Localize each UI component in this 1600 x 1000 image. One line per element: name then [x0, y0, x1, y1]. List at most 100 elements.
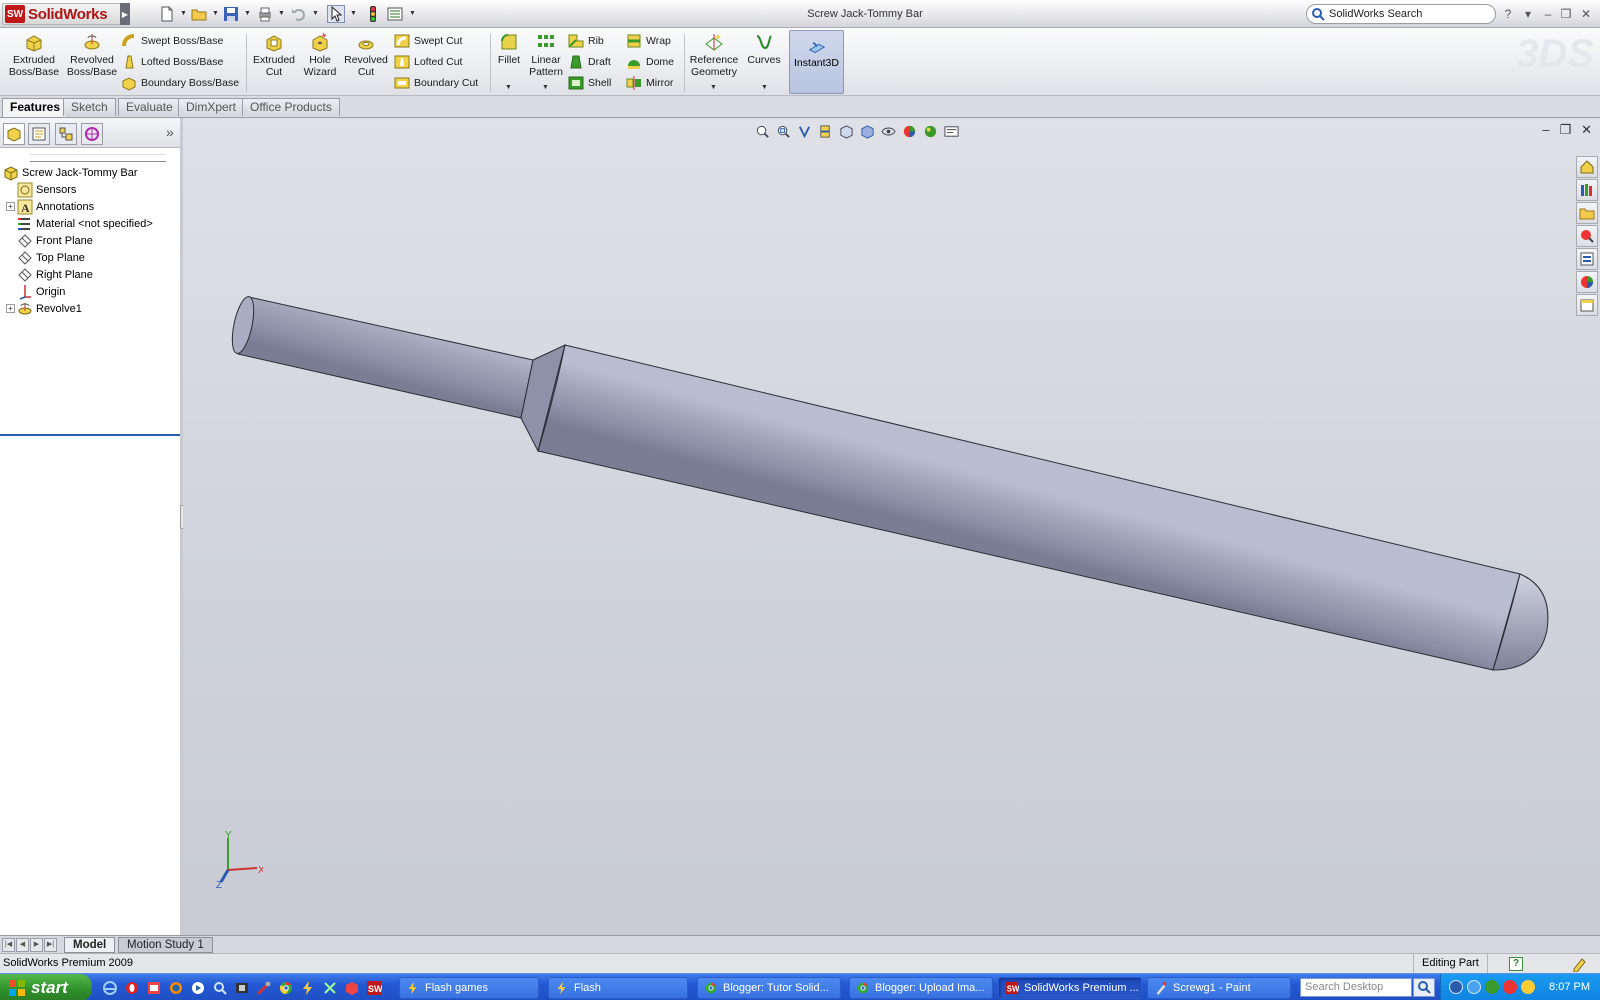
tab-sketch[interactable]: Sketch — [63, 98, 116, 116]
help-icon[interactable]: ? — [1509, 957, 1523, 971]
help-icon[interactable]: ? — [1500, 6, 1516, 22]
curves-dropdown-icon[interactable]: ▼ — [761, 84, 768, 91]
media-icon[interactable] — [188, 978, 207, 997]
reference-geometry-button[interactable]: Reference Geometry — [688, 32, 740, 78]
view-palette-icon[interactable] — [1576, 248, 1598, 270]
app-icon[interactable] — [144, 978, 163, 997]
linear-pattern-button[interactable]: Linear Pattern — [526, 32, 566, 78]
main-body[interactable] — [537, 344, 1521, 671]
design-library-icon[interactable] — [1576, 179, 1598, 201]
tree-item-sensors[interactable]: Sensors — [6, 181, 186, 198]
next-tab-arrow[interactable]: ▶ — [30, 938, 43, 952]
search-results-icon[interactable] — [1576, 225, 1598, 247]
fillet-button[interactable]: Fillet — [494, 32, 524, 66]
extruded-boss-button[interactable]: Extruded Boss/Base — [8, 32, 60, 78]
extruded-cut-button[interactable]: Extruded Cut — [250, 32, 298, 78]
swept-cut-button[interactable]: Swept Cut — [394, 31, 462, 51]
tab-evaluate[interactable]: Evaluate — [118, 98, 181, 116]
dome-button[interactable]: Dome — [626, 52, 674, 72]
tray-network-icon[interactable] — [1449, 980, 1463, 994]
desktop-search-input[interactable]: Search Desktop — [1300, 978, 1412, 997]
chrome-icon[interactable] — [276, 978, 295, 997]
propertymanager-tab[interactable] — [28, 123, 50, 145]
hole-wizard-button[interactable]: Hole Wizard — [300, 32, 340, 78]
tab-features[interactable]: Features — [2, 98, 69, 117]
start-button[interactable]: start — [0, 974, 92, 1000]
lofted-boss-button[interactable]: Lofted Boss/Base — [121, 52, 223, 72]
tree-root[interactable]: Screw Jack-Tommy Bar — [3, 164, 183, 181]
last-tab-arrow[interactable]: ▶| — [44, 938, 57, 952]
tree-item-revolve1[interactable]: + Revolve1 — [6, 300, 186, 317]
instant3d-button[interactable]: Instant3D — [789, 30, 844, 94]
solidworks-search-input[interactable]: SolidWorks Search — [1306, 4, 1496, 24]
tray-update-icon[interactable] — [1467, 980, 1481, 994]
flash-icon[interactable] — [298, 978, 317, 997]
tree-item-origin[interactable]: Origin — [6, 283, 186, 300]
reference-geometry-dropdown-icon[interactable]: ▼ — [710, 84, 717, 91]
rollback-bar[interactable] — [0, 434, 180, 436]
dimxpertmanager-tab[interactable] — [81, 123, 103, 145]
solidworks-quicklaunch-icon[interactable]: SW — [364, 978, 383, 997]
mirror-button[interactable]: Mirror — [626, 73, 673, 93]
tab-dimxpert[interactable]: DimXpert — [178, 98, 245, 116]
curves-button[interactable]: Curves — [744, 32, 784, 66]
desktop-search-button[interactable] — [1413, 978, 1435, 997]
task-paint[interactable]: Screwg1 - Paint — [1147, 977, 1291, 999]
tray-app-icon[interactable] — [1503, 980, 1517, 994]
file-explorer-icon[interactable] — [1576, 202, 1598, 224]
wrap-button[interactable]: Wrap — [626, 31, 671, 51]
tree-filter[interactable] — [30, 154, 166, 162]
tray-volume-icon[interactable] — [1521, 980, 1535, 994]
restore-icon[interactable]: ❐ — [1558, 6, 1574, 22]
task-solidworks[interactable]: SW SolidWorks Premium ... — [998, 977, 1142, 999]
draft-button[interactable]: Draft — [568, 52, 611, 72]
tommy-bar-model[interactable] — [183, 118, 1600, 935]
fillet-dropdown-icon[interactable]: ▼ — [505, 84, 512, 91]
task-flash-games[interactable]: Flash games — [399, 977, 539, 999]
appearances-scenes-icon[interactable] — [1576, 271, 1598, 293]
tree-item-top-plane[interactable]: Top Plane — [6, 249, 186, 266]
shell-button[interactable]: Shell — [568, 73, 611, 93]
expand-icon[interactable]: + — [6, 202, 15, 211]
boundary-cut-button[interactable]: Boundary Cut — [394, 73, 478, 93]
minimize-icon[interactable]: – — [1540, 6, 1556, 22]
linear-pattern-dropdown-icon[interactable]: ▼ — [542, 84, 549, 91]
task-blogger-tutor[interactable]: Blogger: Tutor Solid... — [697, 977, 841, 999]
task-blogger-upload[interactable]: Blogger: Upload Ima... — [849, 977, 993, 999]
opera-icon[interactable] — [122, 978, 141, 997]
tools-icon[interactable] — [254, 978, 273, 997]
tree-item-front-plane[interactable]: Front Plane — [6, 232, 186, 249]
solidworks-resources-icon[interactable] — [1576, 156, 1598, 178]
configurationmanager-tab[interactable] — [55, 123, 77, 145]
close-icon[interactable]: ✕ — [1578, 6, 1594, 22]
tab-office-products[interactable]: Office Products — [242, 98, 340, 116]
graphics-area[interactable]: – ❐ ✕ Y X Z — [183, 118, 1600, 935]
lofted-cut-button[interactable]: Lofted Cut — [394, 52, 462, 72]
firefox-icon[interactable] — [166, 978, 185, 997]
boundary-boss-button[interactable]: Boundary Boss/Base — [121, 73, 239, 93]
search-icon[interactable] — [210, 978, 229, 997]
swept-boss-button[interactable]: Swept Boss/Base — [121, 31, 223, 51]
rebuild-status-icon[interactable] — [1571, 956, 1587, 972]
tree-item-material[interactable]: Material <not specified> — [6, 215, 186, 232]
featuremanager-tab[interactable] — [3, 123, 25, 145]
tree-item-annotations[interactable]: + A Annotations — [6, 198, 186, 215]
package-icon[interactable] — [342, 978, 361, 997]
tab-model[interactable]: Model — [64, 937, 116, 953]
film-icon[interactable] — [232, 978, 251, 997]
thin-shank[interactable] — [237, 296, 534, 419]
expand-icon[interactable]: + — [6, 304, 15, 313]
network-icon[interactable] — [320, 978, 339, 997]
tree-item-right-plane[interactable]: Right Plane — [6, 266, 186, 283]
rib-button[interactable]: Rib — [568, 31, 604, 51]
prev-tab-arrow[interactable]: ◀ — [16, 938, 29, 952]
revolved-boss-button[interactable]: Revolved Boss/Base — [66, 32, 118, 78]
ie-icon[interactable] — [100, 978, 119, 997]
tab-motion-study[interactable]: Motion Study 1 — [118, 937, 213, 953]
tray-security-icon[interactable] — [1485, 980, 1499, 994]
expand-panel-icon[interactable]: » — [166, 124, 174, 140]
custom-properties-icon[interactable] — [1576, 294, 1598, 316]
first-tab-arrow[interactable]: |◀ — [2, 938, 15, 952]
help-dropdown-icon[interactable]: ▾ — [1520, 6, 1536, 22]
task-flash[interactable]: Flash — [548, 977, 688, 999]
